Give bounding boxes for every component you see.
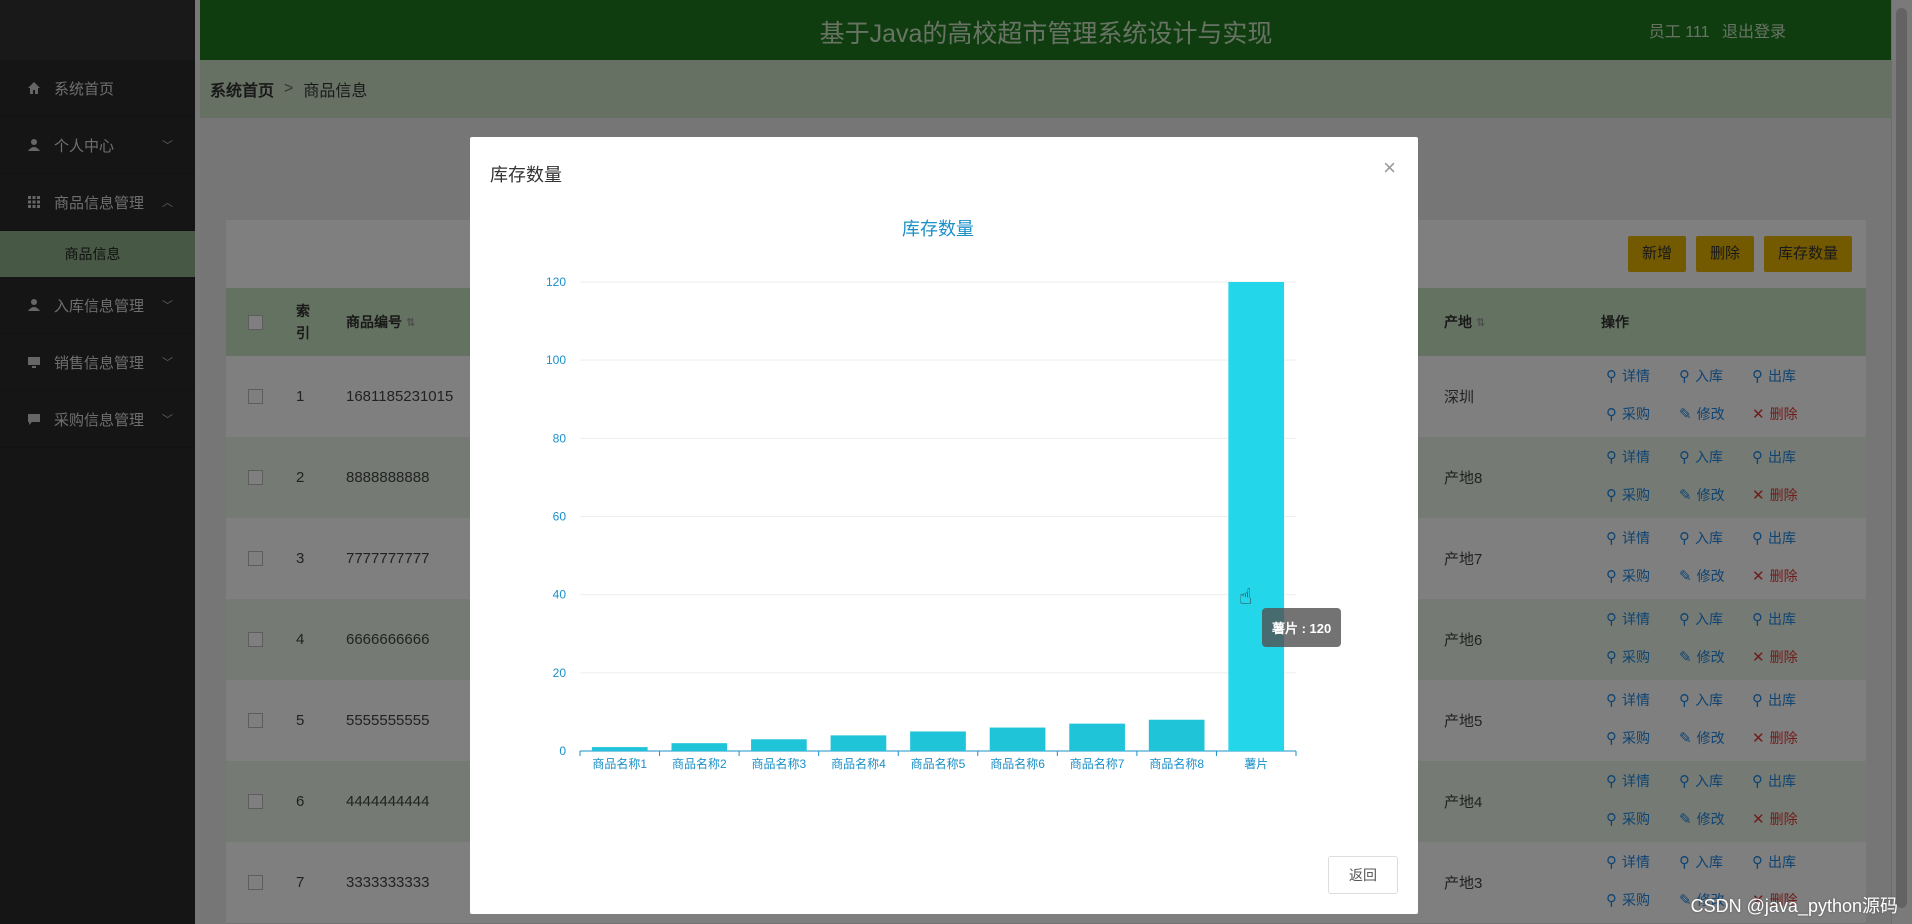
y-tick-label: 80: [553, 431, 567, 445]
chart-title: 库存数量: [902, 219, 974, 239]
bar[interactable]: [830, 735, 887, 751]
x-tick-label: 薯片: [1244, 757, 1268, 771]
bar[interactable]: [1069, 723, 1125, 751]
x-tick-label: 商品名称6: [990, 756, 1045, 771]
y-tick-label: 40: [553, 588, 567, 602]
close-icon[interactable]: ×: [1383, 155, 1396, 181]
back-button[interactable]: 返回: [1328, 856, 1398, 894]
y-tick-label: 60: [553, 510, 567, 524]
x-tick-label: 商品名称3: [752, 756, 807, 771]
stock-modal: 库存数量 × 库存数量 0 20 40 60 80 100 120 商品名称1 商品名称2 商品名称…: [470, 137, 1418, 914]
hand-cursor-icon: ☝: [1239, 584, 1253, 609]
watermark: CSDN @java_python源码: [1690, 896, 1898, 916]
x-tick-label: 商品名称8: [1149, 756, 1204, 771]
modal-title: 库存数量: [490, 165, 562, 185]
x-tick-label: 商品名称5: [911, 756, 966, 771]
bar[interactable]: [591, 747, 648, 751]
bar[interactable]: [751, 739, 807, 751]
bar[interactable]: [910, 731, 966, 751]
y-tick-label: 100: [546, 353, 566, 367]
x-tick-label: 商品名称7: [1070, 756, 1125, 771]
x-tick-label: 商品名称1: [592, 756, 647, 771]
y-tick-label: 0: [559, 744, 566, 758]
bar[interactable]: [1148, 719, 1205, 751]
y-tick-label: 120: [546, 275, 566, 289]
bar[interactable]: [671, 743, 728, 751]
x-tick-label: 商品名称2: [672, 756, 727, 771]
x-tick-label: 商品名称4: [831, 756, 886, 771]
chart-tooltip: 薯片 : 120: [1262, 608, 1342, 647]
bar[interactable]: [1228, 282, 1285, 751]
bar[interactable]: [989, 727, 1046, 751]
stock-bar-chart: 库存数量 0 20 40 60 80 100 120 商品名称1 商品名称2 商品名称3 商品名称4 商…: [546, 219, 1297, 771]
y-tick-label: 20: [553, 666, 567, 680]
